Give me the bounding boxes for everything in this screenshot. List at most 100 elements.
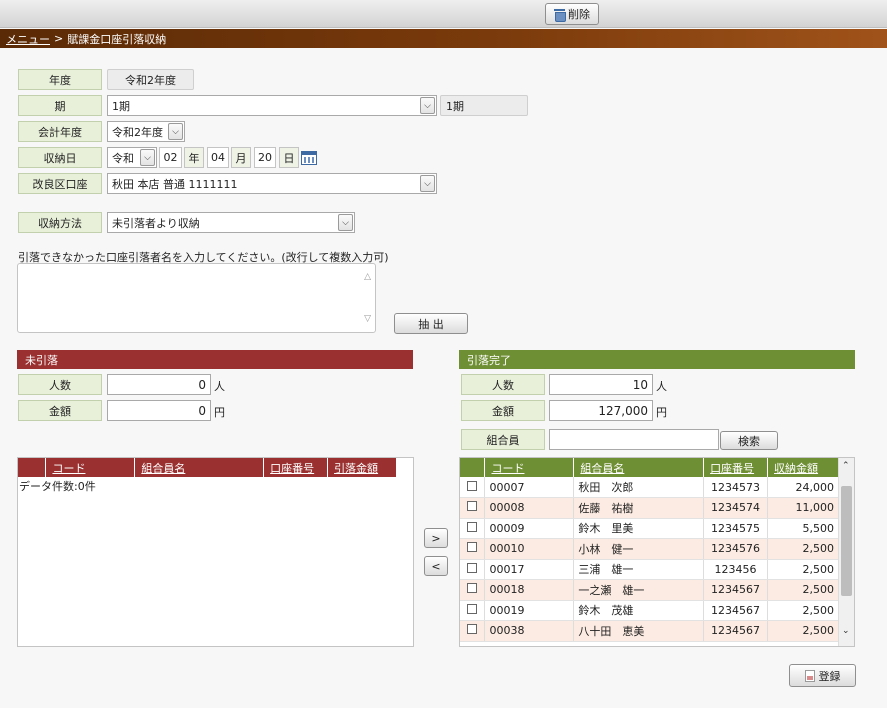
- trash-icon: [554, 8, 566, 22]
- table-row[interactable]: 00038 八十田 恵美 1234567 2,500: [460, 620, 839, 642]
- method-select[interactable]: 未引落者より収納 ⌵: [107, 212, 355, 233]
- unpaid-table-header: コード 組合員名 口座番号 引落金額: [18, 458, 397, 477]
- period-select-value: 1期: [112, 99, 130, 113]
- row-amount: 2,500: [767, 600, 839, 621]
- completed-table-header: コード 組合員名 口座番号 収納金額: [460, 458, 839, 477]
- row-checkbox[interactable]: [467, 624, 478, 635]
- table-row[interactable]: 00010 小林 健一 1234576 2,500: [460, 538, 839, 560]
- account-value: 秋田 本店 普通 1111111: [112, 177, 238, 191]
- breadcrumb-menu-link[interactable]: メニュー: [6, 31, 50, 47]
- table-row[interactable]: 00019 鈴木 茂雄 1234567 2,500: [460, 600, 839, 621]
- row-name: 小林 健一: [573, 538, 705, 560]
- row-code: 00010: [484, 538, 575, 560]
- row-name: 鈴木 里美: [573, 518, 705, 539]
- chevron-down-icon[interactable]: ⌵: [420, 175, 435, 192]
- row-name: 一之瀬 雄一: [573, 579, 705, 601]
- year-input[interactable]: 02: [159, 147, 182, 168]
- completed-amount-value: 127,000: [549, 400, 653, 421]
- row-checkbox[interactable]: [467, 480, 478, 491]
- scroll-down-icon[interactable]: ▽: [364, 314, 371, 324]
- row-account: 1234567: [703, 620, 769, 642]
- completed-count-label: 人数: [461, 374, 545, 395]
- day-unit: 日: [279, 147, 299, 168]
- row-account: 1234573: [703, 477, 769, 498]
- extract-button[interactable]: 抽 出: [394, 313, 468, 334]
- move-right-button[interactable]: >: [424, 528, 448, 548]
- period-select[interactable]: 1期 ⌵: [107, 95, 437, 116]
- row-checkbox[interactable]: [467, 562, 478, 573]
- member-search-input[interactable]: [549, 429, 719, 450]
- account-select[interactable]: 秋田 本店 普通 1111111 ⌵: [107, 173, 437, 194]
- row-code: 00007: [484, 477, 575, 498]
- row-code: 00018: [484, 579, 575, 601]
- row-code: 00009: [484, 518, 575, 539]
- unpaid-col-amount[interactable]: 引落金額: [327, 458, 397, 477]
- row-amount: 2,500: [767, 538, 839, 560]
- row-checkbox[interactable]: [467, 501, 478, 512]
- row-amount: 11,000: [767, 497, 839, 519]
- table-scrollbar[interactable]: ⌃ ⌄: [838, 458, 854, 646]
- unpaid-col-name[interactable]: 組合員名: [134, 458, 265, 477]
- completed-col-account[interactable]: 口座番号: [703, 458, 769, 477]
- unpaid-count-label: 人数: [18, 374, 102, 395]
- completed-count-value: 10: [549, 374, 653, 395]
- table-row[interactable]: 00008 佐藤 祐樹 1234574 11,000: [460, 497, 839, 519]
- month-unit: 月: [231, 147, 251, 168]
- scroll-up-icon[interactable]: △: [364, 272, 371, 282]
- scrollbar-thumb[interactable]: [841, 486, 852, 596]
- chevron-down-icon[interactable]: ⌵: [420, 97, 435, 114]
- row-checkbox[interactable]: [467, 583, 478, 594]
- row-checkbox[interactable]: [467, 521, 478, 532]
- row-amount: 2,500: [767, 579, 839, 601]
- completed-col-amount[interactable]: 収納金額: [767, 458, 839, 477]
- unpaid-select-column: [18, 458, 47, 477]
- search-button[interactable]: 検索: [720, 431, 778, 450]
- completed-select-column: [460, 458, 486, 477]
- era-select[interactable]: 令和 ⌵: [107, 147, 157, 168]
- calendar-icon[interactable]: [301, 151, 317, 165]
- delete-button-label: 削除: [568, 8, 590, 21]
- completed-col-code[interactable]: コード: [484, 458, 575, 477]
- period-display: 1期: [440, 95, 528, 116]
- row-code: 00019: [484, 600, 575, 621]
- unpaid-amount-label: 金額: [18, 400, 102, 421]
- breadcrumb: メニュー > 賦課金口座引落収納: [0, 29, 887, 48]
- table-row[interactable]: 00017 三浦 雄一 123456 2,500: [460, 559, 839, 580]
- year-unit: 年: [184, 147, 204, 168]
- completed-col-name[interactable]: 組合員名: [573, 458, 705, 477]
- breadcrumb-separator: >: [54, 32, 64, 45]
- table-row[interactable]: 00007 秋田 次郎 1234573 24,000: [460, 477, 839, 498]
- accounting-year-select[interactable]: 令和2年度 ⌵: [107, 121, 185, 142]
- day-input[interactable]: 20: [254, 147, 276, 168]
- row-name: 秋田 次郎: [573, 477, 705, 498]
- register-button[interactable]: 登録: [789, 664, 856, 687]
- row-name: 三浦 雄一: [573, 559, 705, 580]
- member-label: 組合員: [461, 429, 545, 450]
- row-amount: 2,500: [767, 559, 839, 580]
- chevron-down-icon[interactable]: ⌵: [140, 149, 155, 166]
- row-account: 1234575: [703, 518, 769, 539]
- register-icon: [804, 669, 815, 682]
- unpaid-empty-message: データ件数:0件: [19, 480, 96, 493]
- unpaid-col-code[interactable]: コード: [45, 458, 136, 477]
- row-account: 123456: [703, 559, 769, 580]
- month-input[interactable]: 04: [207, 147, 229, 168]
- row-name: 鈴木 茂雄: [573, 600, 705, 621]
- delete-button[interactable]: 削除: [545, 3, 599, 25]
- table-row[interactable]: 00009 鈴木 里美 1234575 5,500: [460, 518, 839, 539]
- completed-amount-unit: 円: [656, 406, 667, 419]
- row-checkbox[interactable]: [467, 603, 478, 614]
- chevron-down-icon[interactable]: ⌄: [842, 626, 850, 636]
- row-checkbox[interactable]: [467, 542, 478, 553]
- accounting-year-label: 会計年度: [18, 121, 102, 142]
- move-left-button[interactable]: <: [424, 556, 448, 576]
- names-textarea[interactable]: △ ▽: [17, 263, 376, 333]
- row-name: 佐藤 祐樹: [573, 497, 705, 519]
- table-row[interactable]: 00018 一之瀬 雄一 1234567 2,500: [460, 579, 839, 601]
- unpaid-panel-title: 未引落: [17, 350, 413, 369]
- chevron-up-icon[interactable]: ⌃: [842, 461, 850, 471]
- chevron-down-icon[interactable]: ⌵: [338, 214, 353, 231]
- row-account: 1234567: [703, 579, 769, 601]
- chevron-down-icon[interactable]: ⌵: [168, 123, 183, 140]
- unpaid-col-account[interactable]: 口座番号: [263, 458, 329, 477]
